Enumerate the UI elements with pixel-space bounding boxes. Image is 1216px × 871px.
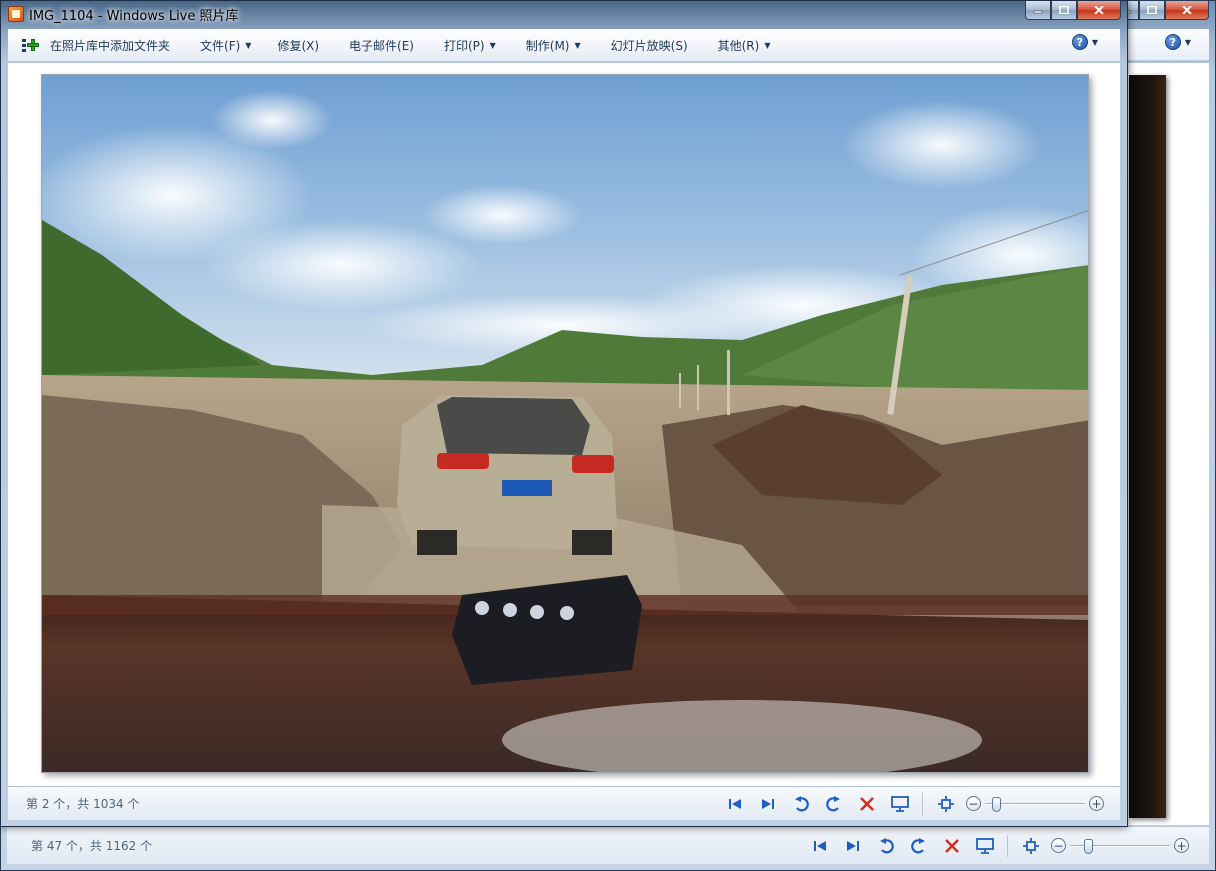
photo-gallery-app-icon[interactable]: [8, 6, 24, 22]
help-icon: ?: [1164, 34, 1181, 50]
slideshow-icon: [890, 795, 909, 812]
rotate-right-button[interactable]: [817, 792, 850, 816]
help-button[interactable]: ? ▼: [1071, 34, 1098, 50]
previous-button[interactable]: [718, 792, 751, 816]
add-folder-icon: [22, 37, 40, 53]
background-previous-button[interactable]: [803, 834, 836, 858]
window-title: IMG_1104 - Windows Live 照片库: [29, 9, 239, 24]
fit-icon: [937, 795, 954, 812]
chevron-down-icon: ▼: [764, 40, 771, 50]
title-bar[interactable]: IMG_1104 - Windows Live 照片库: [1, 1, 1127, 27]
zoom-in-icon[interactable]: +: [1174, 838, 1189, 853]
background-next-button[interactable]: [836, 834, 869, 858]
viewer-controls: − +: [718, 787, 1104, 820]
photo-display-area: [8, 63, 1120, 786]
background-maximize-button[interactable]: [1139, 1, 1165, 20]
zoom-out-icon[interactable]: −: [1051, 838, 1066, 853]
close-button[interactable]: [1077, 1, 1121, 20]
background-separator: [1007, 834, 1008, 857]
chevron-down-icon: ▼: [1091, 37, 1098, 47]
zoom-in-icon[interactable]: +: [1089, 796, 1104, 811]
background-help-button[interactable]: ? ▼: [1164, 34, 1191, 50]
background-photo-counter: 第 47 个，共 1162 个: [31, 839, 153, 853]
minimize-button[interactable]: [1025, 1, 1051, 20]
status-bar: 第 2 个，共 1034 个 − +: [8, 786, 1120, 820]
delete-button[interactable]: [850, 792, 883, 816]
background-rotate-right-button[interactable]: [902, 834, 935, 858]
slideshow-button[interactable]: [883, 792, 916, 816]
chevron-down-icon: ▼: [245, 40, 252, 50]
rotate-left-icon: [879, 837, 894, 853]
zoom-slider-thumb[interactable]: [992, 796, 1001, 812]
delete-icon: [944, 838, 959, 853]
rotate-left-button[interactable]: [784, 792, 817, 816]
controls-separator: [922, 792, 923, 815]
background-rotate-left-button[interactable]: [869, 834, 902, 858]
fit-icon: [1022, 837, 1039, 854]
minimize-icon: [1033, 10, 1043, 14]
menu-slideshow[interactable]: 幻灯片放映(S): [601, 33, 698, 57]
add-folder-button[interactable]: 在照片库中添加文件夹: [8, 33, 180, 57]
fit-button[interactable]: [929, 792, 962, 816]
photo-counter: 第 2 个，共 1034 个: [26, 797, 140, 811]
zoom-slider[interactable]: [985, 796, 1085, 812]
maximize-icon: [1147, 6, 1157, 14]
photo-viewer-window: IMG_1104 - Windows Live 照片库 在照片库中添加文件夹 文…: [0, 0, 1128, 827]
background-zoom-slider[interactable]: [1070, 838, 1170, 854]
chevron-down-icon: ▼: [574, 40, 581, 50]
rotate-right-icon: [910, 837, 925, 853]
menu-make[interactable]: 制作(M) ▼: [516, 33, 591, 57]
background-fit-button[interactable]: [1014, 834, 1047, 858]
next-icon: [761, 798, 774, 809]
photo-scene: [42, 75, 1088, 772]
menu-email[interactable]: 电子邮件(E): [339, 33, 424, 57]
background-statusbar: 第 47 个，共 1162 个 − +: [7, 826, 1209, 864]
photo-image[interactable]: [41, 74, 1089, 773]
add-folder-label: 在照片库中添加文件夹: [50, 38, 171, 53]
chevron-down-icon: ▼: [489, 40, 496, 50]
rotate-left-icon: [794, 795, 809, 811]
close-icon: [1182, 6, 1192, 14]
maximize-icon: [1059, 6, 1069, 14]
menu-print[interactable]: 打印(P) ▼: [434, 33, 506, 57]
delete-icon: [859, 796, 874, 811]
rotate-right-icon: [825, 795, 840, 811]
help-icon: ?: [1071, 34, 1088, 50]
caption-buttons: [1025, 1, 1121, 20]
next-icon: [846, 840, 859, 851]
background-close-button[interactable]: [1165, 1, 1209, 20]
next-button[interactable]: [751, 792, 784, 816]
menu-more[interactable]: 其他(R) ▼: [708, 33, 781, 57]
previous-icon: [813, 840, 826, 851]
background-photo-edge: [1129, 75, 1166, 818]
chevron-down-icon: ▼: [1184, 37, 1191, 47]
menu-fix[interactable]: 修复(X): [267, 33, 329, 57]
background-zoom-control: − +: [1051, 838, 1189, 854]
previous-icon: [728, 798, 741, 809]
background-viewer-controls: − +: [803, 827, 1189, 864]
menu-file[interactable]: 文件(F) ▼: [190, 33, 261, 57]
zoom-slider-thumb[interactable]: [1084, 838, 1093, 854]
close-icon: [1094, 6, 1104, 14]
background-slideshow-button[interactable]: [968, 834, 1001, 858]
background-delete-button[interactable]: [935, 834, 968, 858]
maximize-button[interactable]: [1051, 1, 1077, 20]
zoom-control: − +: [966, 796, 1104, 812]
zoom-out-icon[interactable]: −: [966, 796, 981, 811]
slideshow-icon: [975, 837, 994, 854]
menu-bar: 在照片库中添加文件夹 文件(F) ▼ 修复(X) 电子邮件(E) 打印(P) ▼ 制…: [8, 29, 1120, 62]
